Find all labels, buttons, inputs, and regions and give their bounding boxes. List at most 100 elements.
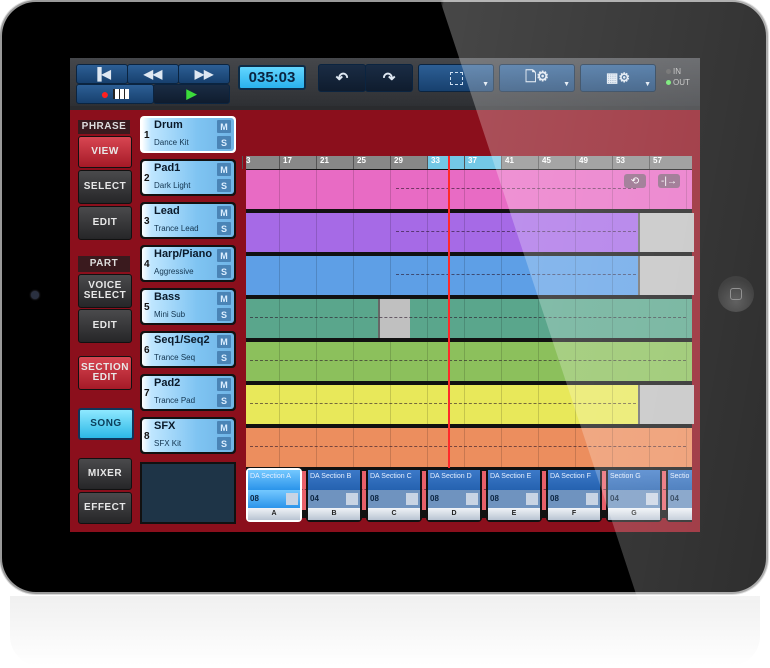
mute-button[interactable]: M	[217, 378, 231, 391]
track-lane[interactable]	[246, 213, 694, 252]
track-lane[interactable]	[246, 256, 694, 295]
section-edit-button[interactable]: SECTION EDIT	[78, 356, 132, 390]
section-key: G	[608, 508, 660, 520]
split-button[interactable]: -|→	[658, 174, 680, 188]
track-lane[interactable]	[246, 385, 694, 424]
section-pad[interactable]: DA Section C 08 C	[366, 468, 422, 522]
track-number: 8	[144, 431, 150, 442]
out-label: OUT	[673, 78, 690, 87]
section-length: 04	[668, 490, 692, 508]
rewind-button[interactable]: ◀◀	[127, 64, 179, 84]
track-header[interactable]: 4 Harp/Piano Aggressive M S	[140, 245, 236, 282]
track-header[interactable]: 5 Bass Mini Sub M S	[140, 288, 236, 325]
song-settings-button[interactable]: ▦⚙ ▼	[580, 64, 656, 92]
ruler-tick: 53	[612, 156, 649, 169]
section-pad[interactable]: Sectio 04	[666, 468, 692, 522]
track-header[interactable]: 1 Drum Dance Kit M S	[140, 116, 236, 153]
song-button[interactable]: SONG	[78, 408, 134, 440]
ruler-tick: 57	[649, 156, 686, 169]
skip-to-start-button[interactable]: ▐◀	[76, 64, 128, 84]
track-header[interactable]: 3 Lead Trance Lead M S	[140, 202, 236, 239]
file-settings-button[interactable]: 🗋⚙ ▼	[499, 64, 575, 92]
select-button[interactable]: SELECT	[78, 170, 132, 204]
phrase-notes	[396, 188, 636, 191]
fast-forward-icon: ▶▶	[194, 67, 214, 81]
solo-button[interactable]: S	[217, 136, 231, 149]
track-header[interactable]: 8 SFX SFX Kit M S	[140, 417, 236, 454]
section-checkbox[interactable]	[406, 493, 418, 505]
track-name: Drum	[154, 119, 183, 131]
grid-line	[390, 256, 391, 295]
solo-button[interactable]: S	[217, 308, 231, 321]
solo-button[interactable]: S	[217, 265, 231, 278]
track-lane[interactable]	[246, 299, 692, 338]
section-checkbox[interactable]	[286, 493, 298, 505]
phrase-edit-button[interactable]: EDIT	[78, 206, 132, 240]
mute-button[interactable]: M	[217, 120, 231, 133]
effect-button[interactable]: EFFECT	[78, 492, 132, 524]
part-edit-button[interactable]: EDIT	[78, 309, 132, 343]
track-voice: SFX Kit	[154, 439, 182, 448]
ruler-tick: 29	[390, 156, 427, 169]
solo-button[interactable]: S	[217, 179, 231, 192]
section-checkbox[interactable]	[466, 493, 478, 505]
section-checkbox[interactable]	[586, 493, 598, 505]
section-checkbox[interactable]	[646, 493, 658, 505]
top-toolbar: ▐◀ ◀◀ ▶▶ ● ▶ 035:03 ↶ ↷ ▼ 🗋⚙ ▼ ▦⚙ ▼ IN O…	[70, 58, 700, 106]
track-header-body: 1 Drum Dance Kit M S	[142, 118, 234, 151]
undo-button[interactable]: ↶	[318, 64, 366, 92]
track-header[interactable]: 2 Pad1 Dark Light M S	[140, 159, 236, 196]
solo-button[interactable]: S	[217, 394, 231, 407]
track-voice: Dark Light	[154, 181, 191, 190]
track-name: Harp/Piano	[154, 248, 213, 260]
track-number: 1	[144, 130, 150, 141]
track-number: 7	[144, 388, 150, 399]
mute-button[interactable]: M	[217, 249, 231, 262]
redo-button[interactable]: ↷	[365, 64, 413, 92]
section-strip: DA Section A 08 A DA Section B 04 B DA S…	[246, 464, 692, 526]
mute-button[interactable]: M	[217, 421, 231, 434]
fast-forward-button[interactable]: ▶▶	[178, 64, 230, 84]
section-pad[interactable]: Section G 04 G	[606, 468, 662, 522]
solo-button[interactable]: S	[217, 351, 231, 364]
section-pad[interactable]: DA Section D 08 D	[426, 468, 482, 522]
track-header[interactable]: 7 Pad2 Trance Pad M S	[140, 374, 236, 411]
loop-button[interactable]: ⟲	[624, 174, 646, 188]
mute-button[interactable]: M	[217, 335, 231, 348]
mute-button[interactable]: M	[217, 163, 231, 176]
section-pad[interactable]: DA Section B 04 B	[306, 468, 362, 522]
mute-button[interactable]: M	[217, 206, 231, 219]
grid-line	[279, 213, 280, 252]
section-name: DA Section D	[428, 470, 480, 490]
solo-button[interactable]: S	[217, 222, 231, 235]
solo-button[interactable]: S	[217, 437, 231, 450]
section-checkbox[interactable]	[346, 493, 358, 505]
track-number: 3	[144, 216, 150, 227]
section-pad[interactable]: DA Section F 08 F	[546, 468, 602, 522]
track-lane[interactable]	[246, 342, 692, 381]
track-name: Seq1/Seq2	[154, 334, 210, 346]
phrase-notes	[250, 317, 686, 320]
play-button[interactable]: ▶	[153, 84, 230, 104]
section-key: F	[548, 508, 600, 520]
view-button[interactable]: VIEW	[78, 136, 132, 168]
measure-ruler[interactable]: 3 17 21 25 29 33 37 41 45 49 53 57	[242, 156, 692, 169]
track-header-body: 8 SFX SFX Kit M S	[142, 419, 234, 452]
track-name: Pad1	[154, 162, 181, 174]
section-checkbox[interactable]	[526, 493, 538, 505]
section-pad[interactable]: DA Section A 08 A	[246, 468, 302, 522]
mute-button[interactable]: M	[217, 292, 231, 305]
grid-line	[649, 170, 650, 209]
track-lane[interactable]: ⟲ -|→	[246, 170, 692, 209]
voice-select-button[interactable]: VOICE SELECT	[78, 274, 132, 308]
track-name: SFX	[154, 420, 176, 432]
skip-to-start-icon: ▐◀	[93, 67, 111, 81]
mixer-button[interactable]: MIXER	[78, 458, 132, 490]
home-button[interactable]	[718, 276, 754, 312]
section-pad[interactable]: DA Section E 08 E	[486, 468, 542, 522]
select-region-button[interactable]: ▼	[418, 64, 494, 92]
record-button[interactable]: ●	[76, 84, 154, 104]
track-lane[interactable]	[246, 428, 692, 467]
track-header[interactable]: 6 Seq1/Seq2 Trance Seq M S	[140, 331, 236, 368]
ruler-tick: 45	[538, 156, 575, 169]
